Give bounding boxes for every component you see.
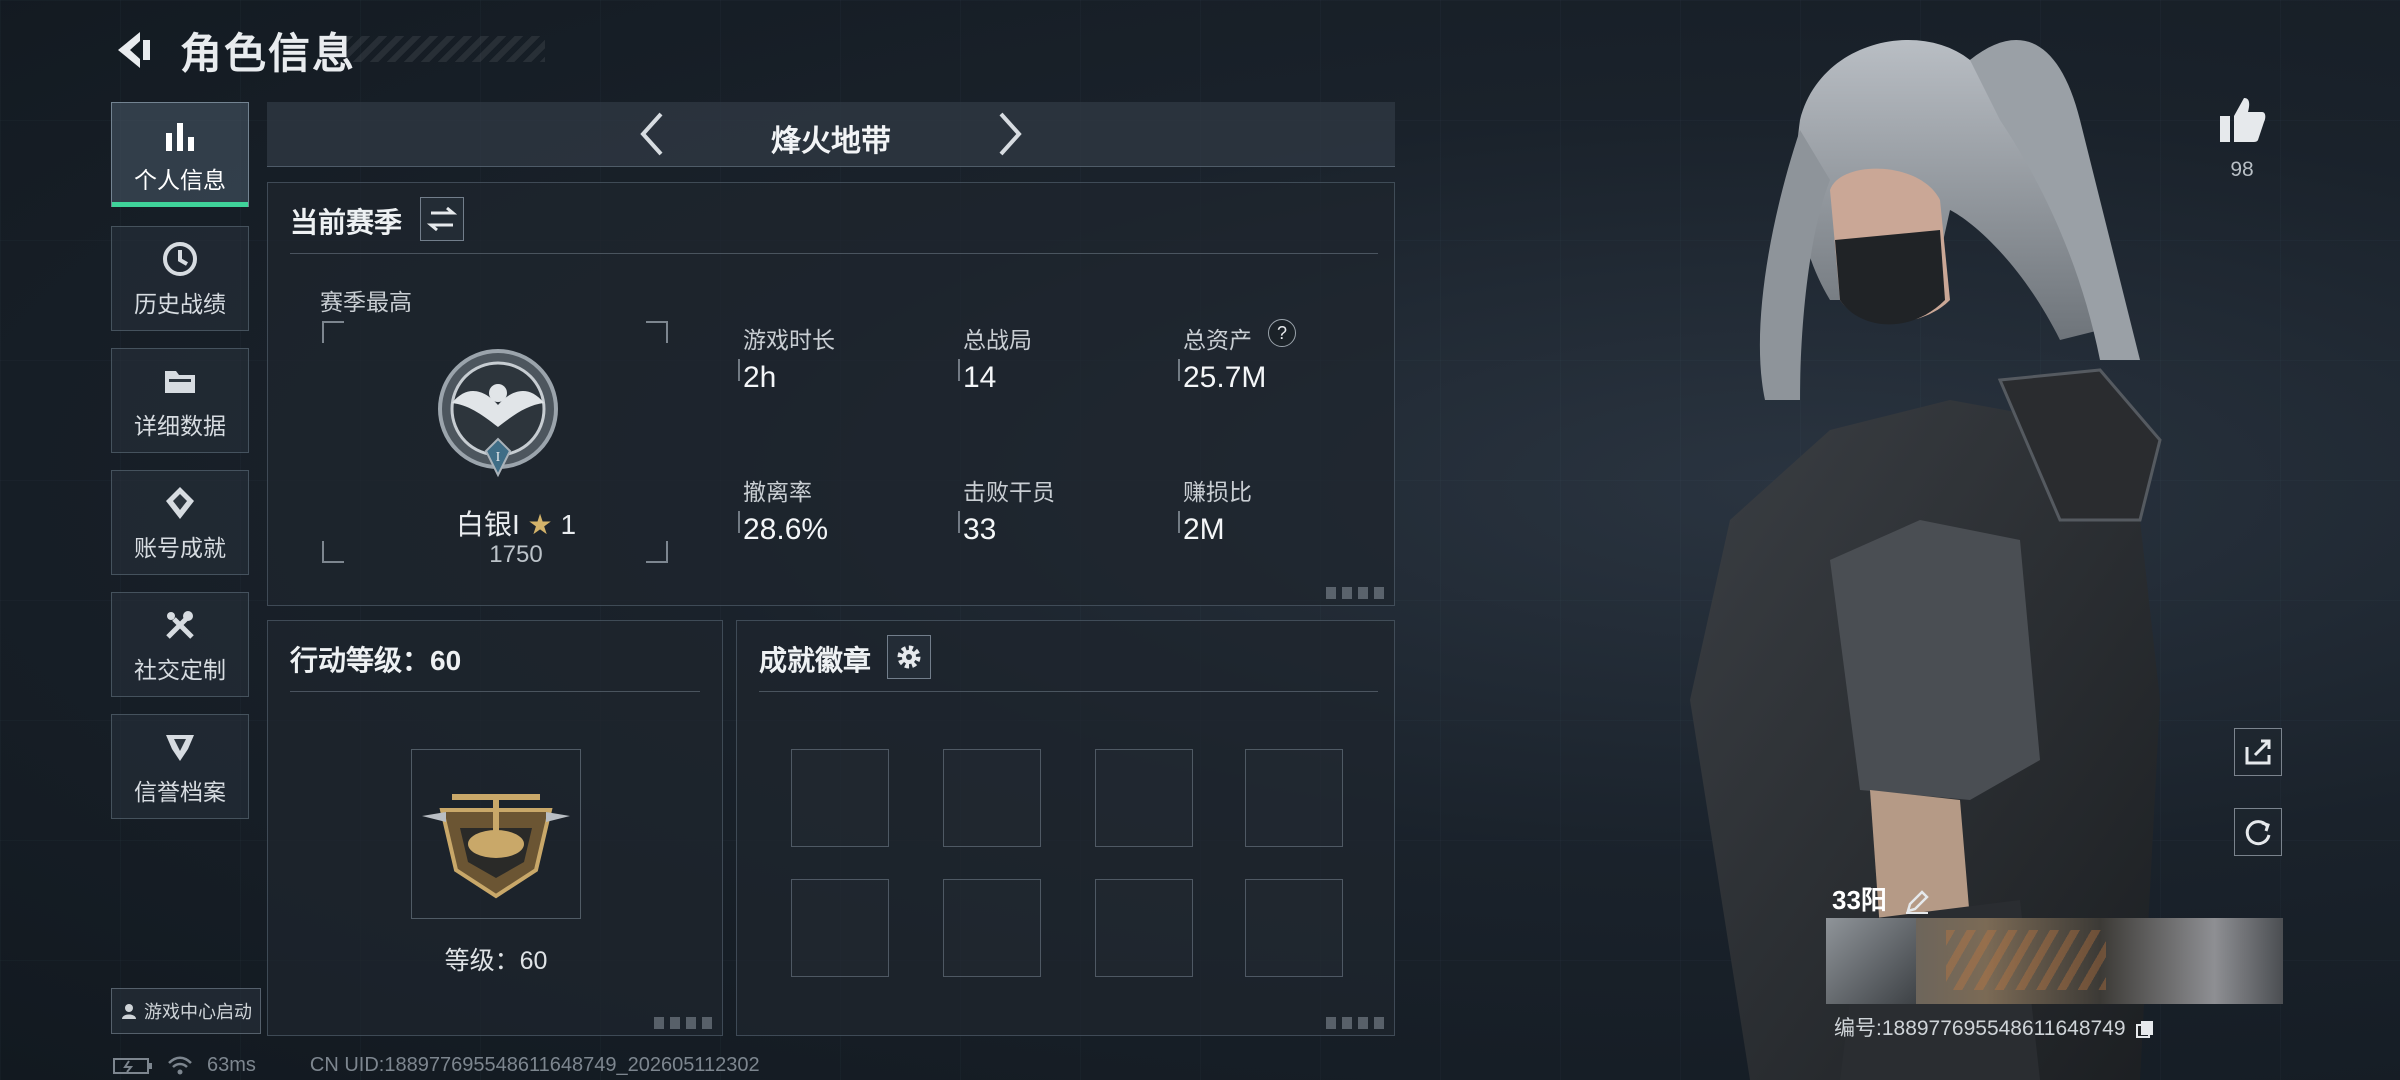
shield-icon xyxy=(166,734,194,761)
like-count: 98 xyxy=(2230,158,2254,181)
stat-value: 25.7M xyxy=(1183,361,1267,394)
refresh-button[interactable] xyxy=(2234,808,2282,856)
badge-slot[interactable] xyxy=(1095,879,1193,977)
bar-chart-icon xyxy=(166,122,194,151)
star-icon: ★ xyxy=(527,509,553,540)
sidebar-item-label: 社交定制 xyxy=(134,656,226,683)
swap-icon xyxy=(426,206,458,232)
refresh-icon xyxy=(2245,820,2271,846)
stat-label: 总战局 xyxy=(963,327,1032,353)
mode-title: 烽火地带 xyxy=(771,125,891,158)
rank-line: 白银I ★ 1 xyxy=(268,503,764,543)
badge-slot[interactable] xyxy=(791,879,889,977)
wifi-icon xyxy=(168,1056,192,1074)
game-center-launch-button[interactable]: 游戏中心启动 xyxy=(111,988,261,1034)
player-id: 编号:1889776955486116487​49 xyxy=(1834,1012,2155,1042)
stat-value: 28.6% xyxy=(743,513,829,546)
rank-emblem-icon: I xyxy=(438,349,558,478)
stat-label: 撤离率 xyxy=(743,479,812,505)
mode-selector: 烽火地带 xyxy=(267,102,1395,167)
sidebar-item-label: 详细数据 xyxy=(134,412,226,439)
share-button[interactable] xyxy=(2234,728,2282,776)
rank-stars: 1 xyxy=(560,509,577,540)
player-id-text: 编号:1889776955486116487​49 xyxy=(1834,1017,2126,1040)
sidebar-item-social[interactable]: 社交定制 xyxy=(111,592,249,697)
sidebar-item-history[interactable]: 历史战绩 xyxy=(111,226,249,331)
badge-slot[interactable] xyxy=(1245,879,1343,977)
history-icon xyxy=(163,241,197,276)
help-icon[interactable]: ? xyxy=(1268,319,1296,347)
player-name-text: 33阳 xyxy=(1832,885,1887,915)
level-emblem-frame xyxy=(411,749,581,919)
thumbs-up-icon[interactable] xyxy=(2216,94,2268,146)
badge-slot[interactable] xyxy=(1095,749,1193,847)
stat-value: 33 xyxy=(963,513,997,546)
status-bar: 63ms CN UID:188977695548611648749_202605… xyxy=(113,1054,760,1077)
player-name: 33阳 xyxy=(1832,880,1930,917)
badge-settings-button[interactable] xyxy=(887,635,931,679)
badges-panel: 成就徽章 xyxy=(736,620,1395,1036)
level-caption: 等级：60 xyxy=(444,947,548,975)
badge-slot[interactable] xyxy=(943,879,1041,977)
gear-icon xyxy=(897,645,921,669)
rank-points: 1750 xyxy=(489,541,543,568)
badge-slot[interactable] xyxy=(791,749,889,847)
season-panel: 当前赛季 赛季最高 I 白银I ★ 1 1750 游戏时长 2h 总战局 14 … xyxy=(267,182,1395,606)
user-icon xyxy=(122,1004,136,1019)
uid-text: CN UID:188977695548611648749_20260511230… xyxy=(309,1054,760,1076)
sidebar-item-label: 个人信息 xyxy=(134,166,226,193)
stat-value: 2M xyxy=(1183,513,1225,546)
stat-label: 游戏时长 xyxy=(743,327,835,353)
sidebar-item-detailed-data[interactable]: 详细数据 xyxy=(111,348,249,453)
title-decoration xyxy=(345,36,545,62)
sidebar-item-reputation[interactable]: 信誉档案 xyxy=(111,714,249,819)
sidebar-item-label: 历史战绩 xyxy=(134,290,226,317)
level-panel: 行动等级：60 等级：60 xyxy=(267,620,723,1036)
stat-value: 14 xyxy=(963,361,997,394)
stat-value: 2h xyxy=(743,361,777,394)
rank-roman: I xyxy=(496,450,501,465)
copy-icon[interactable] xyxy=(2135,1019,2155,1039)
helicopter-emblem-icon xyxy=(422,794,570,899)
folder-icon xyxy=(165,370,195,393)
launch-label: 游戏中心启动 xyxy=(144,1002,252,1022)
level-title: 行动等级：60 xyxy=(290,645,462,676)
chevron-right-icon[interactable] xyxy=(983,108,1035,160)
tools-icon xyxy=(166,610,194,639)
badges-title: 成就徽章 xyxy=(759,645,872,676)
stat-label: 击败干员 xyxy=(963,479,1055,505)
back-arrow-icon[interactable] xyxy=(110,26,158,74)
sidebar-item-label: 账号成就 xyxy=(134,534,226,561)
ping-value: 63ms xyxy=(207,1054,256,1076)
rank-name: 白银I xyxy=(455,509,520,540)
sidebar-item-personal-info[interactable]: 个人信息 xyxy=(111,102,249,207)
edit-pencil-icon[interactable] xyxy=(1904,889,1930,915)
name-card-banner[interactable] xyxy=(1826,918,2283,1004)
page-title: 角色信息 xyxy=(180,30,357,77)
switch-season-button[interactable] xyxy=(420,197,464,241)
battery-icon xyxy=(113,1057,152,1074)
badge-slot[interactable] xyxy=(1245,749,1343,847)
stat-label: 赚损比 xyxy=(1183,479,1252,505)
season-title: 当前赛季 xyxy=(290,207,403,238)
sidebar-item-label: 信誉档案 xyxy=(134,778,226,805)
achievement-icon xyxy=(166,486,194,519)
share-icon xyxy=(2245,739,2271,765)
stat-label: 总资产 xyxy=(1183,327,1252,353)
badge-slot[interactable] xyxy=(943,749,1041,847)
sidebar-item-achievements[interactable]: 账号成就 xyxy=(111,470,249,575)
season-best-label: 赛季最高 xyxy=(320,289,412,315)
